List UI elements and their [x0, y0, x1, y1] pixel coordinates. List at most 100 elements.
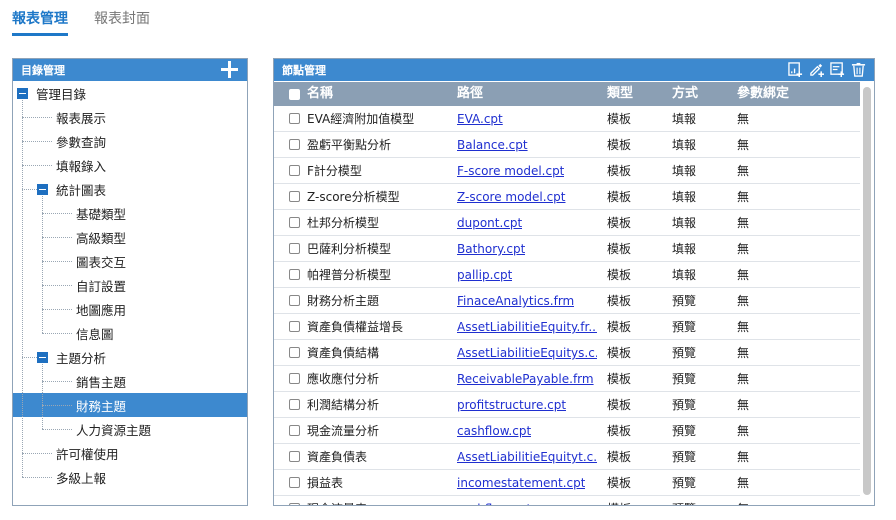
row-param: 無 — [737, 372, 750, 386]
row-name: 巴薩利分析模型 — [307, 242, 392, 256]
tree-node[interactable]: 管理目錄 — [13, 81, 247, 105]
row-type: 模板 — [607, 476, 632, 490]
row-path-link[interactable]: ReceivablePayable.frm — [457, 366, 594, 392]
row-path-link[interactable]: AssetLiabilitieEquitys.c... — [457, 340, 597, 366]
row-param: 無 — [737, 242, 750, 256]
add-list-icon[interactable] — [830, 62, 845, 77]
row-path-link[interactable]: Bathory.cpt — [457, 236, 525, 262]
column-header-mode[interactable]: 方式 — [672, 82, 698, 106]
table-row[interactable]: 盈虧平衡點分析 Balance.cpt 模板 填報 無 — [274, 132, 860, 158]
table-row[interactable]: EVA經濟附加值模型 EVA.cpt 模板 填報 無 — [274, 106, 860, 132]
tree-node-label: 主題分析 — [56, 350, 107, 366]
plus-icon[interactable] — [221, 61, 238, 78]
row-checkbox[interactable] — [289, 347, 300, 358]
row-param: 無 — [737, 450, 750, 464]
table-row[interactable]: 資產負債結構 AssetLiabilitieEquitys.c... 模板 預覽 無 — [274, 340, 860, 366]
row-checkbox[interactable] — [289, 425, 300, 436]
row-checkbox[interactable] — [289, 139, 300, 150]
row-mode: 預覽 — [672, 398, 697, 412]
row-path-link[interactable]: cashflow.cpt — [457, 496, 531, 505]
row-checkbox[interactable] — [289, 113, 300, 124]
directory-tree: 管理目錄 報表展示 參數查詢 填報錄入 統計圖表 基礎類型 高級類型 圖表交互 自訂設置 地圖應用… — [13, 81, 247, 505]
table-row[interactable]: 杜邦分析模型 dupont.cpt 模板 填報 無 — [274, 210, 860, 236]
row-checkbox[interactable] — [289, 269, 300, 280]
row-checkbox[interactable] — [289, 217, 300, 228]
row-path-link[interactable]: dupont.cpt — [457, 210, 522, 236]
table-row[interactable]: Z-score分析模型 Z-score model.cpt 模板 填報 無 — [274, 184, 860, 210]
table-row[interactable]: 巴薩利分析模型 Bathory.cpt 模板 填報 無 — [274, 236, 860, 262]
table-row[interactable]: 應收應付分析 ReceivablePayable.frm 模板 預覽 無 — [274, 366, 860, 392]
collapse-toggle-icon[interactable] — [17, 88, 28, 99]
row-checkbox[interactable] — [289, 503, 300, 505]
row-mode: 填報 — [672, 138, 697, 152]
row-path-link[interactable]: cashflow.cpt — [457, 418, 531, 444]
tree-node-label: 填報錄入 — [56, 158, 107, 174]
row-path-link[interactable]: pallip.cpt — [457, 262, 512, 288]
table-row[interactable]: 現金流量分析 cashflow.cpt 模板 預覽 無 — [274, 418, 860, 444]
row-path-link[interactable]: Balance.cpt — [457, 132, 528, 158]
row-name: 資產負債權益增長 — [307, 320, 404, 334]
row-type: 模板 — [607, 268, 632, 282]
row-checkbox[interactable] — [289, 165, 300, 176]
tree-node-label: 基礎類型 — [76, 206, 127, 222]
node-toolbar — [788, 62, 866, 77]
tree-node-label: 高級類型 — [76, 230, 127, 246]
row-type: 模板 — [607, 242, 632, 256]
column-header-path[interactable]: 路徑 — [457, 82, 483, 106]
row-path-link[interactable]: FinaceAnalytics.frm — [457, 288, 574, 314]
row-type: 模板 — [607, 138, 632, 152]
row-path-link[interactable]: AssetLiabilitieEquityt.c... — [457, 444, 597, 470]
delete-icon[interactable] — [851, 62, 866, 77]
table-row[interactable]: 帕裡普分析模型 pallip.cpt 模板 填報 無 — [274, 262, 860, 288]
tab-1[interactable]: 報表封面 — [94, 0, 150, 38]
row-checkbox[interactable] — [289, 451, 300, 462]
row-path-link[interactable]: EVA.cpt — [457, 106, 503, 132]
tree-node[interactable]: 主題分析 — [13, 345, 247, 369]
row-path-link[interactable]: profitstructure.cpt — [457, 392, 566, 418]
table-row[interactable]: 財務分析主題 FinaceAnalytics.frm 模板 預覽 無 — [274, 288, 860, 314]
table-row[interactable]: F計分模型 F-score model.cpt 模板 填報 無 — [274, 158, 860, 184]
row-path-link[interactable]: Z-score model.cpt — [457, 184, 566, 210]
table-row[interactable]: 資產負債權益增長 AssetLiabilitieEquity.fr... 模板 預覽 無 — [274, 314, 860, 340]
table-row[interactable]: 損益表 incomestatement.cpt 模板 預覽 無 — [274, 470, 860, 496]
row-mode: 填報 — [672, 112, 697, 126]
row-checkbox[interactable] — [289, 243, 300, 254]
row-mode: 填報 — [672, 268, 697, 282]
node-panel-header: 節點管理 — [274, 59, 874, 81]
collapse-toggle-icon[interactable] — [37, 184, 48, 195]
table-row[interactable]: 現金流量表 cashflow.cpt 模板 預覽 無 — [274, 496, 860, 505]
tree-node-label: 統計圖表 — [56, 182, 107, 198]
row-checkbox[interactable] — [289, 191, 300, 202]
row-checkbox[interactable] — [289, 399, 300, 410]
row-checkbox[interactable] — [289, 373, 300, 384]
column-header-param[interactable]: 參數綁定 — [737, 82, 789, 106]
row-path-link[interactable]: incomestatement.cpt — [457, 470, 585, 496]
row-name: 資產負債結構 — [307, 346, 380, 360]
tree-connector — [42, 309, 72, 310]
collapse-toggle-icon[interactable] — [37, 352, 48, 363]
row-name: 資產負債表 — [307, 450, 368, 464]
row-type: 模板 — [607, 112, 632, 126]
row-param: 無 — [737, 294, 750, 308]
table-row[interactable]: 利潤結構分析 profitstructure.cpt 模板 預覽 無 — [274, 392, 860, 418]
row-checkbox[interactable] — [289, 295, 300, 306]
tab-0[interactable]: 報表管理 — [12, 0, 68, 38]
row-path-link[interactable]: AssetLiabilitieEquity.fr... — [457, 314, 597, 340]
table-row[interactable]: 資產負債表 AssetLiabilitieEquityt.c... 模板 預覽 無 — [274, 444, 860, 470]
select-all-checkbox[interactable] — [289, 89, 300, 100]
scrollbar-thumb[interactable] — [863, 87, 871, 495]
edit-icon[interactable] — [809, 62, 824, 77]
row-type: 模板 — [607, 424, 632, 438]
row-path-link[interactable]: F-score model.cpt — [457, 158, 564, 184]
tree-node-label: 報表展示 — [56, 110, 107, 126]
column-header-name[interactable]: 名稱 — [307, 82, 333, 106]
row-param: 無 — [737, 424, 750, 438]
column-header-type[interactable]: 類型 — [607, 82, 633, 106]
tree-node-label: 人力資源主題 — [76, 422, 152, 438]
row-checkbox[interactable] — [289, 321, 300, 332]
row-checkbox[interactable] — [289, 477, 300, 488]
tree-node[interactable]: 統計圖表 — [13, 177, 247, 201]
row-type: 模板 — [607, 496, 631, 505]
add-report-icon[interactable] — [788, 62, 803, 77]
row-param: 無 — [737, 496, 749, 505]
